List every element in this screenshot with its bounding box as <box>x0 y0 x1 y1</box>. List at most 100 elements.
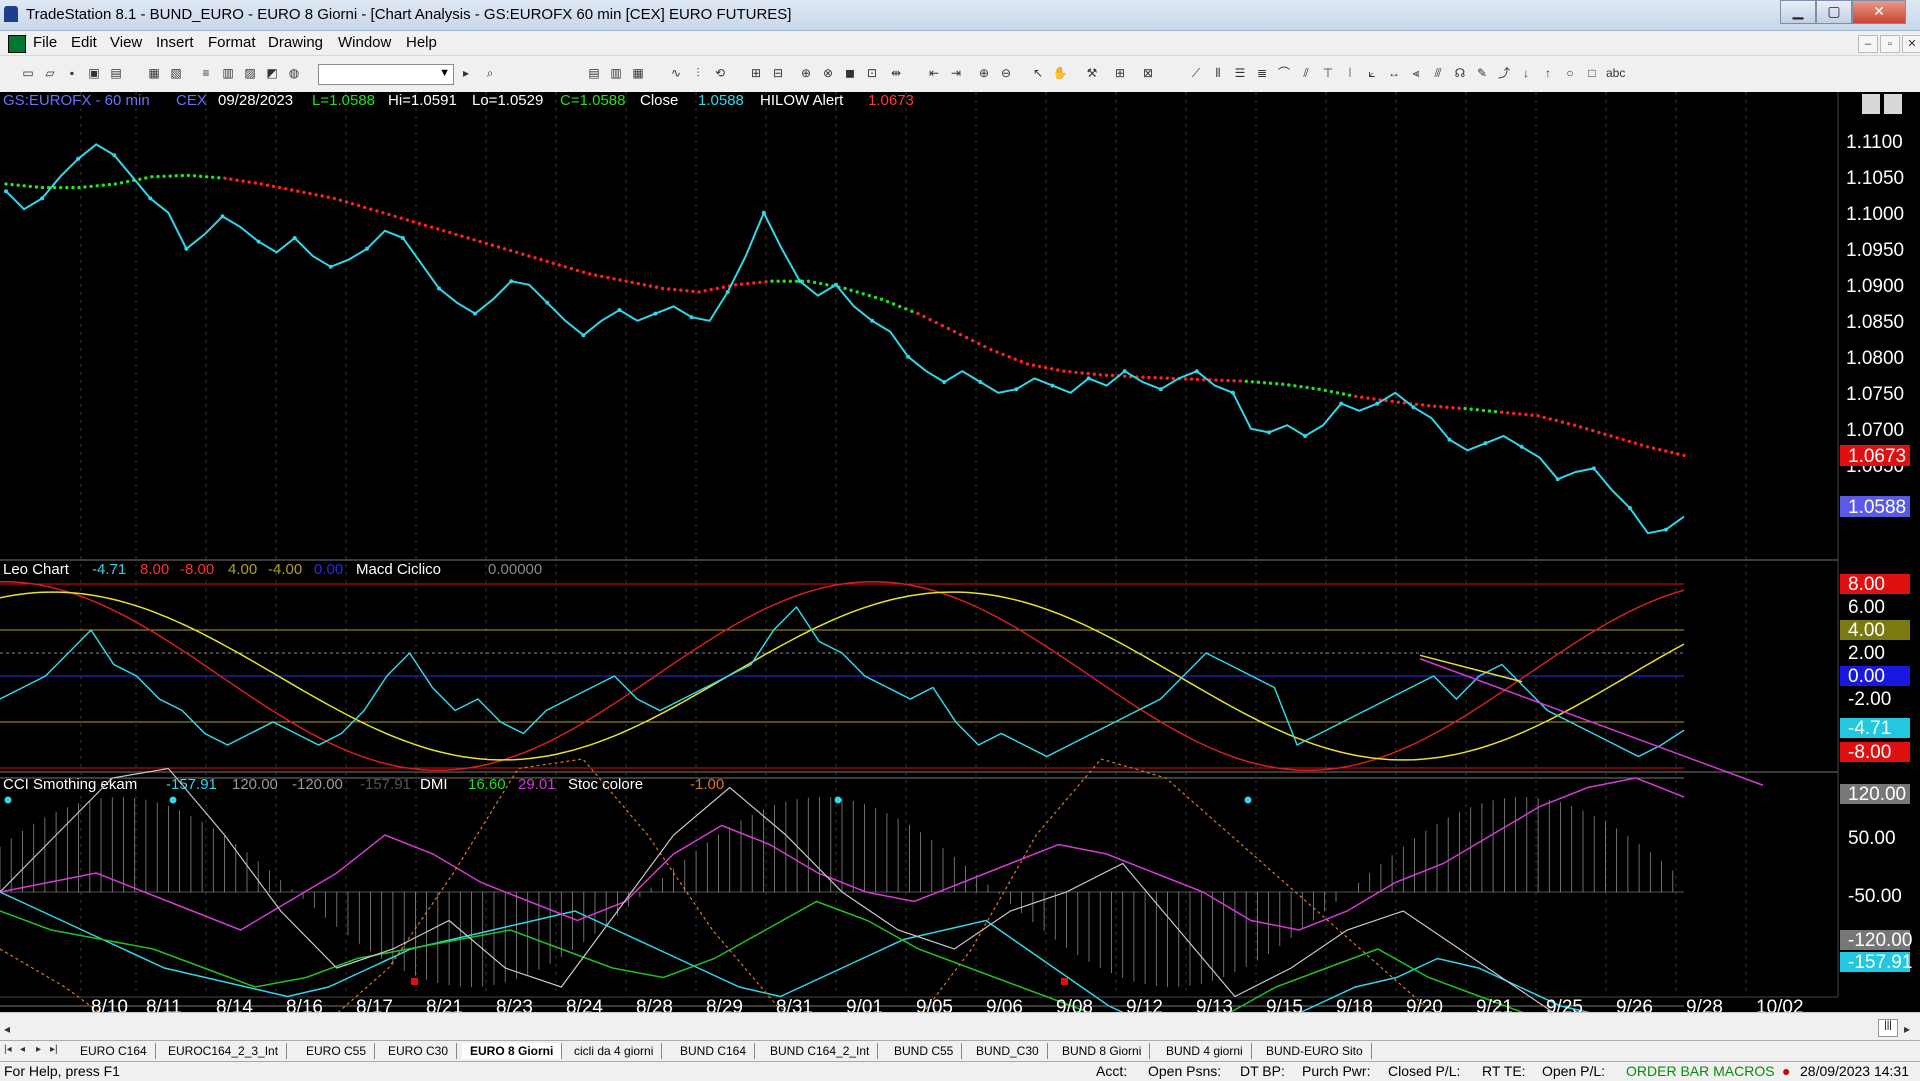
mdi-close-button[interactable]: ✕ <box>1902 35 1920 53</box>
curve-icon[interactable]: ⤴ <box>1496 65 1512 81</box>
tab-euro-8-giorni[interactable]: EURO 8 Giorni <box>462 1043 563 1059</box>
tab-prev-icon[interactable]: ◂ <box>20 1044 25 1055</box>
tab-bund-c164-2-int[interactable]: BUND C164_2_Int <box>762 1043 879 1059</box>
menu-window[interactable]: Window <box>338 34 391 51</box>
menu-drawing[interactable]: Drawing <box>268 34 323 51</box>
mdi-minimize-button[interactable]: – <box>1858 35 1878 53</box>
shift-left-icon[interactable]: ⇤ <box>926 65 942 81</box>
circle-tool-icon[interactable]: ○ <box>1562 65 1578 81</box>
scroll-right-icon[interactable]: ▸ <box>1904 1022 1910 1036</box>
average-point <box>916 311 920 316</box>
new-icon[interactable]: ▭ <box>20 65 36 81</box>
print-preview-icon[interactable]: ▦ <box>146 65 162 81</box>
panel-restore-button[interactable] <box>1884 94 1902 114</box>
close-button[interactable]: ✕ <box>1852 0 1906 24</box>
menu-view[interactable]: View <box>110 34 142 51</box>
tab-bund-8-giorni[interactable]: BUND 8 Giorni <box>1054 1043 1151 1059</box>
bars-icon[interactable]: ⫶ <box>690 65 706 81</box>
pitchfork-icon[interactable]: ⫷ <box>1408 65 1424 81</box>
layout-2-icon[interactable]: ▥ <box>608 65 624 81</box>
chart-analysis-window[interactable]: GS:EUROFX - 60 min CEX 09/28/2023 L=1.05… <box>0 92 1920 1045</box>
disabled-icon[interactable]: ⊠ <box>1140 65 1156 81</box>
maximize-button[interactable]: ▢ <box>1816 0 1852 24</box>
arrows-icon[interactable]: ↔ <box>1386 65 1402 81</box>
strategy-icon[interactable]: ⊟ <box>770 65 786 81</box>
chart-document-icon[interactable] <box>8 35 26 53</box>
minimize-button[interactable]: ▁ <box>1780 0 1816 24</box>
menu-help[interactable]: Help <box>406 34 437 51</box>
search-icon[interactable]: ⌕ <box>482 65 498 81</box>
tab-last-icon[interactable]: ▸| <box>50 1044 58 1055</box>
ellipse-tool-icon[interactable]: ☊ <box>1452 65 1468 81</box>
globe-icon[interactable]: ◍ <box>286 65 302 81</box>
pen-icon[interactable]: ✎ <box>1474 65 1490 81</box>
matrix-icon[interactable]: ⊡ <box>864 65 880 81</box>
tab-bund-c55[interactable]: BUND C55 <box>886 1043 963 1059</box>
rectangle-tool-icon[interactable]: □ <box>1584 65 1600 81</box>
tab-euro-c164[interactable]: EURO C164 <box>72 1043 156 1059</box>
bar-spacing-icon[interactable]: ⇹ <box>888 65 904 81</box>
tab-bund-euro-sito[interactable]: BUND-EURO Sito <box>1258 1043 1372 1059</box>
tab-euroc164-2-3-int[interactable]: EUROC164_2_3_Int <box>160 1043 288 1059</box>
save-icon[interactable]: ▪ <box>64 65 80 81</box>
trendline-icon[interactable]: ⟋ <box>1188 65 1204 81</box>
copy-icon[interactable]: ▥ <box>220 65 236 81</box>
layout-3-icon[interactable]: ▦ <box>630 65 646 81</box>
tab-bund-c164[interactable]: BUND C164 <box>672 1043 756 1059</box>
zoom-in-icon[interactable]: ⊕ <box>976 65 992 81</box>
horizontal-lines-icon[interactable]: ☰ <box>1232 65 1248 81</box>
tools-icon[interactable]: ⚒ <box>1084 65 1100 81</box>
layout-1-icon[interactable]: ▤ <box>586 65 602 81</box>
chart-type-icon[interactable]: ∿ <box>668 65 684 81</box>
scan-icon[interactable]: ⊗ <box>820 65 836 81</box>
vertical-lines-icon[interactable]: ⦀ <box>1210 65 1226 81</box>
average-point <box>752 281 756 285</box>
menu-format[interactable]: Format <box>208 34 256 51</box>
go-arrow-icon[interactable]: ▸ <box>458 65 474 81</box>
open-icon[interactable]: ▱ <box>42 65 58 81</box>
chart-analysis-icon[interactable]: ◼ <box>842 65 858 81</box>
tab-euro-c55[interactable]: EURO C55 <box>298 1043 376 1059</box>
scroll-left-icon[interactable]: ◂ <box>4 1022 10 1036</box>
arrow-up-icon[interactable]: ↑ <box>1540 65 1556 81</box>
abc-text-icon[interactable]: abc <box>1606 65 1625 81</box>
radar-icon[interactable]: ⊕ <box>798 65 814 81</box>
tab-euro-c30[interactable]: EURO C30 <box>380 1043 458 1059</box>
pointer-icon[interactable]: ↖ <box>1030 65 1046 81</box>
channel-icon[interactable]: ⫽ <box>1298 65 1314 81</box>
paste-icon[interactable]: ▨ <box>242 65 258 81</box>
tab-next-icon[interactable]: ▸ <box>36 1044 41 1055</box>
shift-right-icon[interactable]: ⇥ <box>948 65 964 81</box>
hand-icon[interactable]: ✋ <box>1052 65 1068 81</box>
scroll-thumb[interactable]: ||| <box>1878 1019 1898 1037</box>
percent-lines-icon[interactable]: ⦚ <box>1342 65 1358 81</box>
menu-edit[interactable]: Edit <box>71 34 97 51</box>
gann-icon[interactable]: ⟀ <box>1364 65 1380 81</box>
zoom-out-icon[interactable]: ⊖ <box>998 65 1014 81</box>
menu-file[interactable]: File <box>33 34 57 51</box>
chart-icon[interactable]: ◩ <box>264 65 280 81</box>
speed-lines-icon[interactable]: ⫻ <box>1430 65 1446 81</box>
arc-icon[interactable]: ⌒ <box>1276 65 1292 81</box>
panel-minimize-button[interactable] <box>1862 94 1880 114</box>
text-icon[interactable]: ⊤ <box>1320 65 1336 81</box>
cut-icon[interactable]: ≡ <box>198 65 214 81</box>
format-icon[interactable]: ⊞ <box>1112 65 1128 81</box>
symbol-combo[interactable]: ▼ <box>318 64 454 85</box>
tab-first-icon[interactable]: |◂ <box>4 1044 12 1055</box>
indicator-icon[interactable]: ⊞ <box>748 65 764 81</box>
tab-bund-c30[interactable]: BUND_C30 <box>968 1043 1048 1059</box>
order-bar-macros[interactable]: ORDER BAR MACROS <box>1626 1063 1775 1079</box>
workspace-icon[interactable]: ▤ <box>108 65 124 81</box>
combo-arrow-icon[interactable]: ▼ <box>439 67 450 79</box>
refresh-icon[interactable]: ⟲ <box>712 65 728 81</box>
new-window-icon[interactable]: ▣ <box>86 65 102 81</box>
tab-cicli-da-4-giorni[interactable]: cicli da 4 giorni <box>566 1043 663 1059</box>
fib-icon[interactable]: ≣ <box>1254 65 1270 81</box>
chart-svg[interactable]: GS:EUROFX - 60 min CEX 09/28/2023 L=1.05… <box>0 92 1920 1045</box>
mdi-restore-button[interactable]: ▫ <box>1880 35 1900 53</box>
arrow-down-icon[interactable]: ↓ <box>1518 65 1534 81</box>
print-icon[interactable]: ▧ <box>168 65 184 81</box>
tab-bund-4-giorni[interactable]: BUND 4 giorni <box>1158 1043 1252 1059</box>
menu-insert[interactable]: Insert <box>156 34 194 51</box>
